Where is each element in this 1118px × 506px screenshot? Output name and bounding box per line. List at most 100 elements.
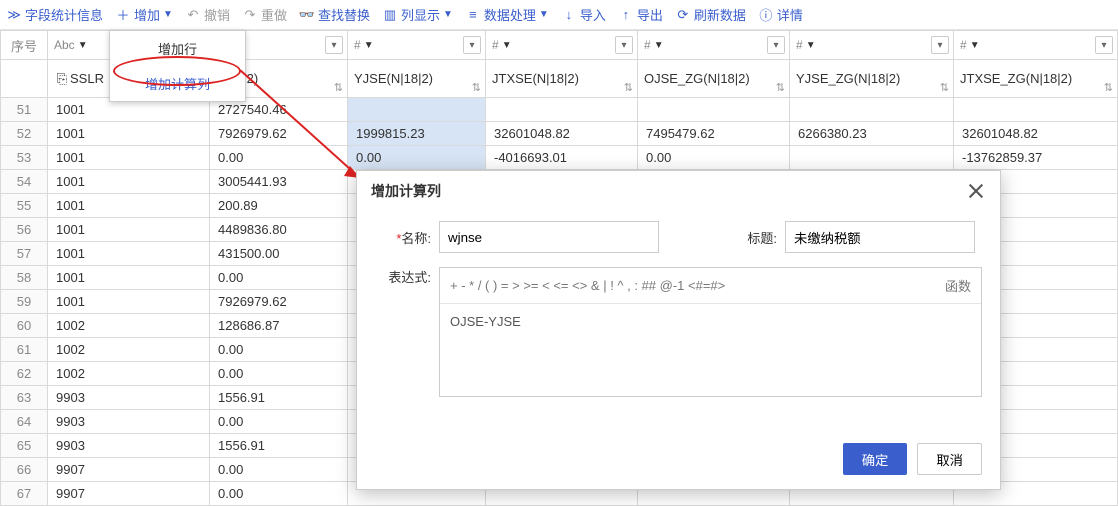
menu-add-calc-col[interactable]: 增加计算列 [110,66,245,101]
operator-list[interactable]: + - * / ( ) = > >= < <= <> & | ! ^ , : #… [450,278,725,293]
cell[interactable]: 56 [0,218,48,242]
cell[interactable]: 1001 [48,218,210,242]
col-jtxsezg[interactable]: JTXSE_ZG(N|18|2)⇅ [954,60,1118,98]
cell[interactable]: 431500.00 [210,242,348,266]
cell[interactable]: 0.00 [210,266,348,290]
cell[interactable] [638,98,790,122]
cell[interactable]: 1001 [48,242,210,266]
cell[interactable]: 53 [0,146,48,170]
cell[interactable] [790,146,954,170]
cell[interactable]: 67 [0,482,48,506]
cell[interactable]: 200.89 [210,194,348,218]
cell[interactable]: 3005441.93 [210,170,348,194]
cell[interactable]: 1999815.23 [348,122,486,146]
cell[interactable]: 1001 [48,146,210,170]
col-yjse[interactable]: YJSE(N|18|2)⇅ [348,60,486,98]
cell[interactable]: -13762859.37 [954,146,1118,170]
cell[interactable]: 1002 [48,338,210,362]
sort-icon[interactable]: ⇅ [940,81,949,94]
sort-icon[interactable]: ⇅ [472,81,481,94]
detail-button[interactable]: ⓘ详情 [758,5,803,24]
col-menu-icon[interactable]: ▾ [931,36,949,54]
col-menu-icon[interactable]: ▾ [1095,36,1113,54]
cell[interactable]: 0.00 [210,146,348,170]
cell[interactable]: 62 [0,362,48,386]
cell[interactable]: 1001 [48,194,210,218]
col-menu-icon[interactable]: ▾ [463,36,481,54]
cell[interactable]: 1001 [48,170,210,194]
find-replace-button[interactable]: 👓查找替换 [299,5,370,24]
cell[interactable]: 58 [0,266,48,290]
col-seq[interactable]: 序号 [0,30,48,60]
cell[interactable]: 0.00 [210,458,348,482]
cell[interactable]: -4016693.01 [486,146,638,170]
cell[interactable]: 66 [0,458,48,482]
export-button[interactable]: ↑导出 [618,5,663,24]
cell[interactable]: 1556.91 [210,434,348,458]
redo-button[interactable]: ↷重做 [242,5,287,24]
col-hash4[interactable]: #▼▾ [486,30,638,60]
col-menu-icon[interactable]: ▾ [615,36,633,54]
data-process-button[interactable]: ≡数据处理▼ [465,5,549,24]
cell[interactable]: 6266380.23 [790,122,954,146]
cell[interactable]: 60 [0,314,48,338]
refresh-button[interactable]: ⟳刷新数据 [675,5,746,24]
sort-icon[interactable]: ⇅ [1104,81,1113,94]
sort-icon[interactable]: ⇅ [776,81,785,94]
cell[interactable]: 7495479.62 [638,122,790,146]
cell[interactable] [348,98,486,122]
cell[interactable]: 65 [0,434,48,458]
cell[interactable]: 9903 [48,386,210,410]
cell[interactable]: 57 [0,242,48,266]
name-input[interactable] [439,221,659,253]
cell[interactable]: 1001 [48,290,210,314]
cell[interactable]: 52 [0,122,48,146]
cell[interactable]: 0.00 [210,410,348,434]
table-row[interactable]: 5310010.000.00-4016693.010.00-13762859.3… [0,146,1118,170]
cell[interactable]: 7926979.62 [210,122,348,146]
cell[interactable]: 32601048.82 [954,122,1118,146]
undo-button[interactable]: ↶撤销 [185,5,230,24]
cell[interactable]: 9907 [48,458,210,482]
col-hash7[interactable]: #▼▾ [954,30,1118,60]
col-hash3[interactable]: #▼▾ [348,30,486,60]
col-menu-icon[interactable]: ▾ [325,36,343,54]
operator-toolbar[interactable]: + - * / ( ) = > >= < <= <> & | ! ^ , : #… [440,268,981,304]
close-button[interactable] [966,181,986,201]
cell[interactable]: 1001 [48,266,210,290]
cell[interactable]: 64 [0,410,48,434]
cell[interactable]: 128686.87 [210,314,348,338]
sort-icon[interactable]: ⇅ [624,81,633,94]
col-ojsezg[interactable]: OJSE_ZG(N|18|2)⇅ [638,60,790,98]
cell[interactable]: 0.00 [638,146,790,170]
cell[interactable]: 1001 [48,122,210,146]
cell[interactable]: 0.00 [348,146,486,170]
cell[interactable]: 63 [0,386,48,410]
import-button[interactable]: ↓导入 [561,5,606,24]
cell[interactable]: 32601048.82 [486,122,638,146]
cell[interactable]: 0.00 [210,338,348,362]
cancel-button[interactable]: 取消 [917,443,982,475]
cell[interactable]: 9907 [48,482,210,506]
function-button[interactable]: 函数 [945,276,971,295]
column-display-button[interactable]: ▥列显示▼ [382,5,453,24]
cell[interactable]: 54 [0,170,48,194]
cell[interactable] [790,98,954,122]
cell[interactable]: 0.00 [210,362,348,386]
expression-input[interactable]: OJSE-YJSE [440,304,981,339]
col-menu-icon[interactable]: ▾ [767,36,785,54]
cell[interactable]: 59 [0,290,48,314]
cell[interactable]: 1556.91 [210,386,348,410]
field-stats-button[interactable]: ≫字段统计信息 [6,5,103,24]
col-hash5[interactable]: #▼▾ [638,30,790,60]
cell[interactable]: 0.00 [210,482,348,506]
col-hash6[interactable]: #▼▾ [790,30,954,60]
col-jtxse[interactable]: JTXSE(N|18|2)⇅ [486,60,638,98]
ok-button[interactable]: 确定 [843,443,908,475]
cell[interactable] [486,98,638,122]
sort-icon[interactable]: ⇅ [334,81,343,94]
add-button[interactable]: ＋增加▼ [115,5,173,24]
cell[interactable]: 9903 [48,410,210,434]
cell[interactable] [954,98,1118,122]
cell[interactable]: 55 [0,194,48,218]
